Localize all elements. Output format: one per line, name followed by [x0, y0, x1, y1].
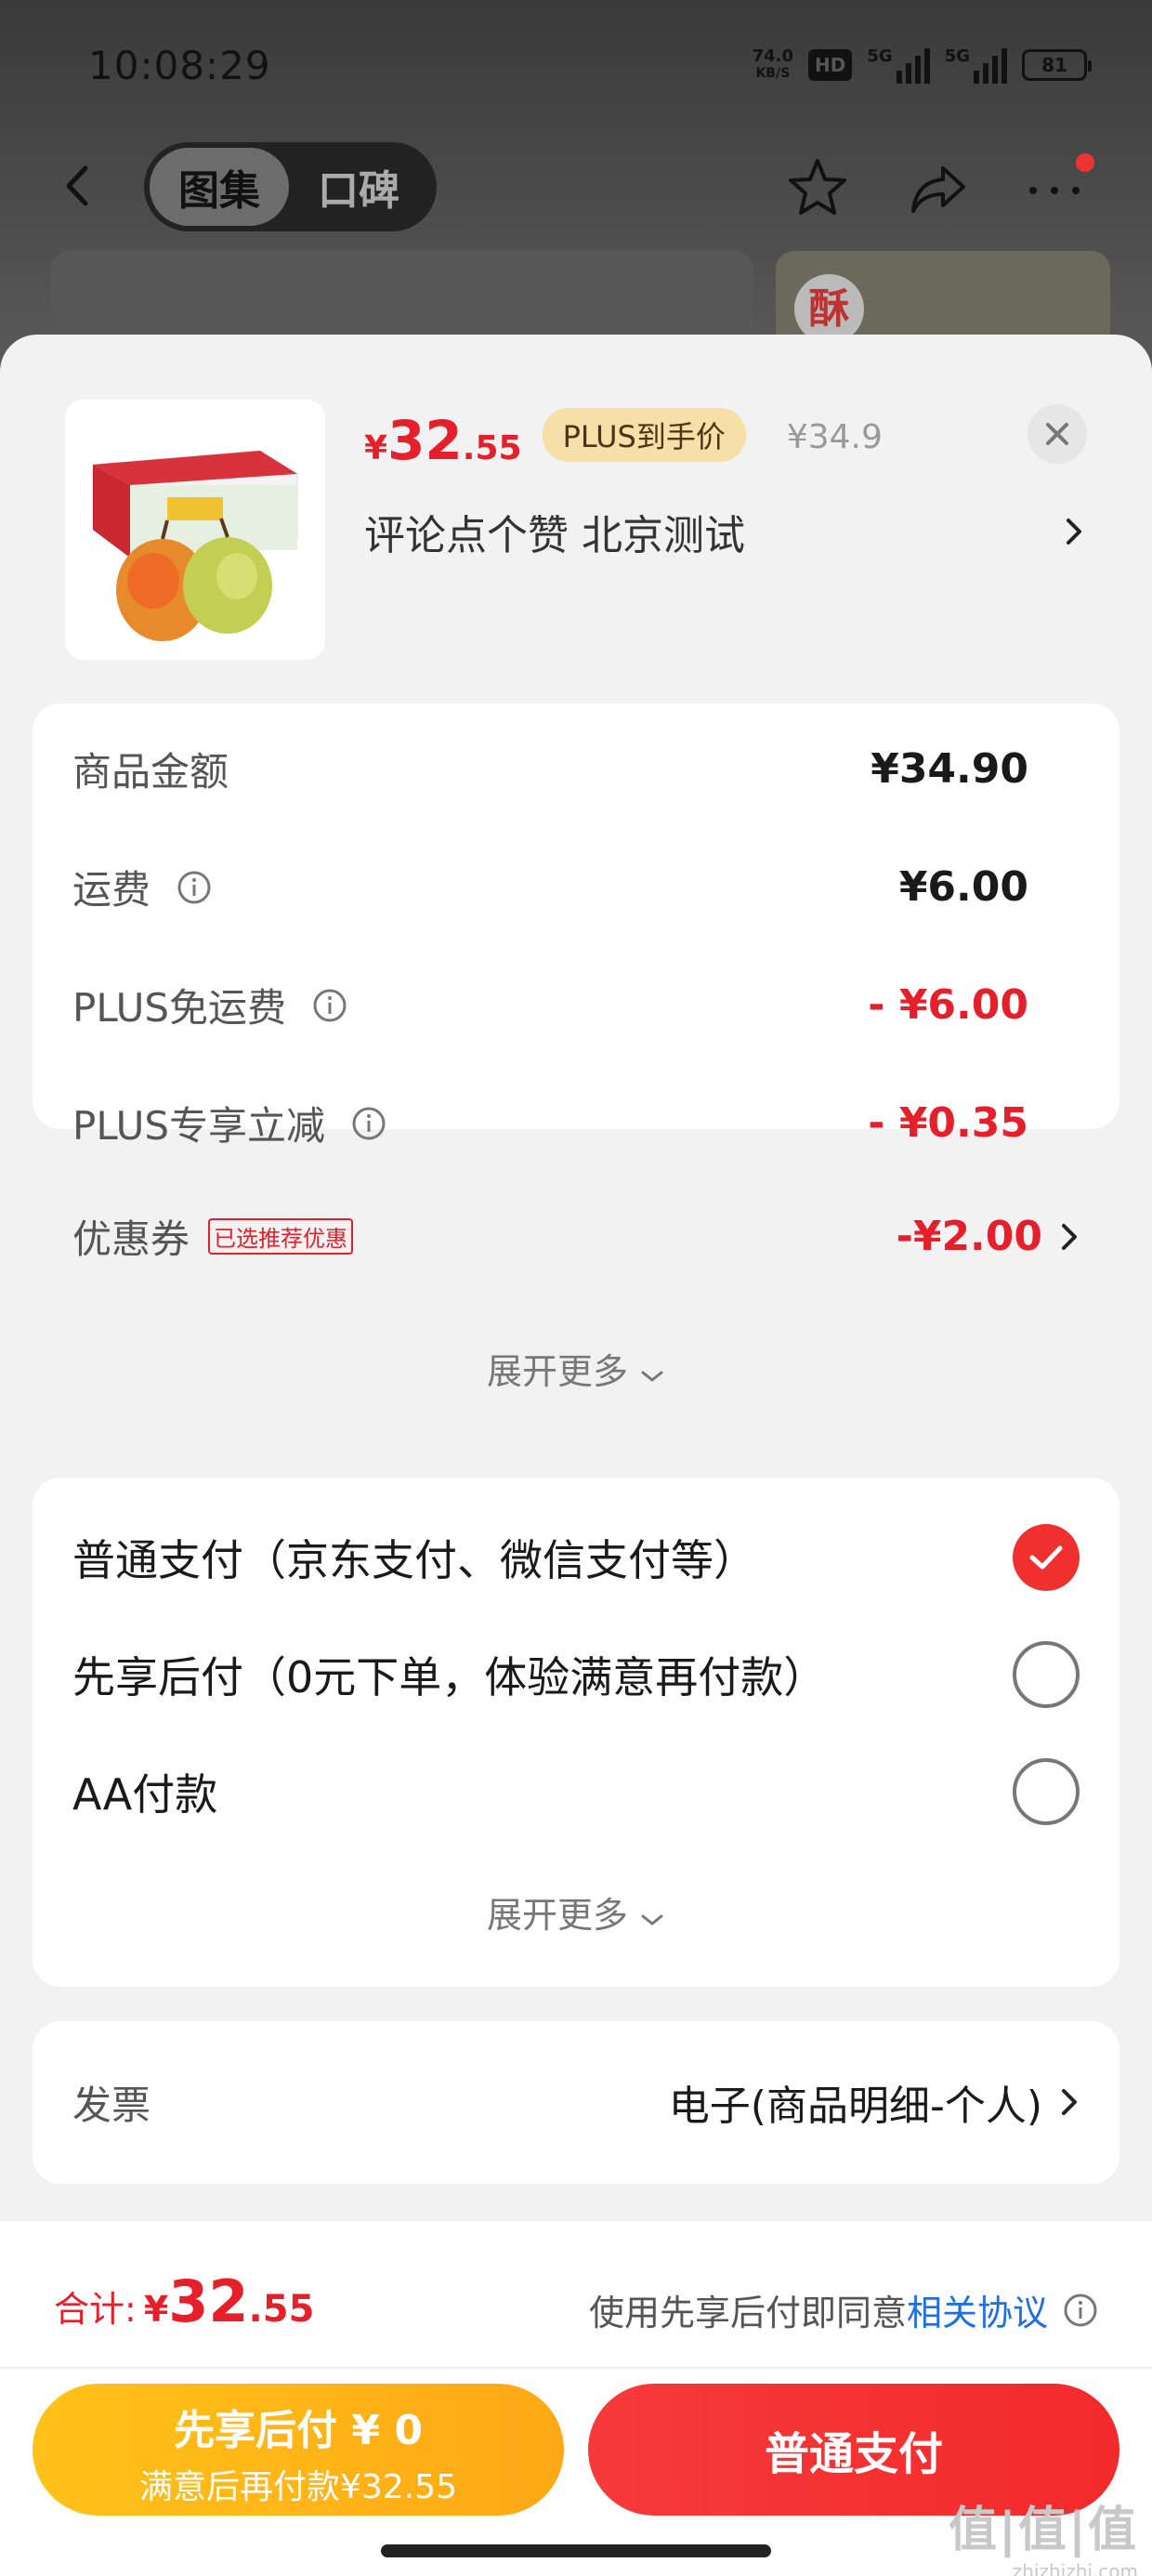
gallery-tab-switch: 图集 口碑 [144, 142, 437, 231]
home-indicator[interactable] [381, 2544, 771, 2557]
price-integer: 32 [387, 409, 463, 472]
expand-more-payment[interactable]: 展开更多 [33, 1886, 1119, 1938]
amount-row-coupon[interactable]: 优惠券 已选推荐优惠 -¥2.00 [72, 1208, 1080, 1265]
hd-icon: HD [808, 49, 853, 81]
share-icon[interactable] [906, 155, 971, 220]
price-row: ¥ 32 .55 PLUS到手价 ¥34.9 [364, 408, 883, 472]
payment-option-pay-later[interactable]: 先享后付（0元下单，体验满意再付款） [72, 1641, 1080, 1708]
invoice-value: 电子(商品明细-个人) [668, 2083, 1042, 2130]
row-label: 优惠券 [72, 1216, 190, 1262]
payment-option-label: AA付款 [72, 1769, 218, 1820]
divider [0, 2367, 1152, 2369]
signal-icon-2: 5G [945, 46, 1007, 84]
original-price: ¥34.9 [786, 417, 883, 456]
background-page: 10:08:29 74.0 KB/S HD 5G 5G 81 图集 口碑 酥 [0, 0, 1152, 381]
radio-checked[interactable] [1013, 1524, 1080, 1591]
close-icon [1046, 423, 1068, 445]
sku-selector[interactable]: 评论点个赞 北京测试 [364, 502, 1084, 561]
status-indicators: 74.0 KB/S HD 5G 5G 81 [752, 46, 1092, 84]
amount-card-overlay [33, 703, 1119, 1129]
check-icon [1029, 1545, 1063, 1570]
expand-more-amounts[interactable]: 展开更多 [0, 1343, 1152, 1394]
agreement-row: 使用先享后付即同意 相关协议 [589, 2284, 1098, 2335]
total-price: 合计: ¥ 32 .55 [54, 2267, 315, 2335]
invoice-label: 发票 [72, 2082, 151, 2128]
payment-option-normal[interactable]: 普通支付（京东支付、微信支付等） [72, 1524, 1080, 1591]
payment-option-label: 普通支付（京东支付、微信支付等） [72, 1535, 756, 1585]
network-speed: 74.0 KB/S [752, 46, 794, 82]
watermark: 值|值|值 zhizhizhi.com [949, 2503, 1138, 2576]
payment-option-label: 先享后付（0元下单，体验满意再付款） [72, 1652, 827, 1702]
star-icon[interactable] [785, 155, 850, 220]
tab-reviews[interactable]: 口碑 [289, 148, 428, 226]
payment-option-aa[interactable]: AA付款 [72, 1758, 1080, 1825]
radio-unchecked[interactable] [1013, 1758, 1080, 1825]
back-arrow-icon[interactable] [56, 163, 102, 209]
top-nav: 图集 口碑 [0, 135, 1152, 237]
chevron-right-icon [1062, 2089, 1077, 2115]
invoice-row: 发票 电子(商品明细-个人) [72, 2072, 1080, 2132]
chevron-right-icon [1067, 519, 1081, 545]
radio-unchecked[interactable] [1013, 1641, 1080, 1708]
battery-icon: 81 [1022, 49, 1092, 81]
product-image [65, 400, 325, 660]
info-icon[interactable] [1063, 2293, 1098, 2328]
row-value: -¥2.00 [896, 1213, 1042, 1260]
tab-gallery[interactable]: 图集 [150, 148, 289, 226]
payment-method-card: 普通支付（京东支付、微信支付等） 先享后付（0元下单，体验满意再付款） AA付款… [33, 1478, 1119, 1987]
chevron-down-icon [641, 1371, 663, 1382]
close-button[interactable] [1028, 404, 1087, 464]
sku-text: 评论点个赞 北京测试 [364, 512, 745, 559]
product-header: ¥ 32 .55 PLUS到手价 ¥34.9 评论点个赞 北京测试 [0, 335, 1152, 688]
pay-later-button[interactable]: 先享后付 ¥ 0 满意后再付款¥32.55 [33, 2384, 564, 2516]
chevron-down-icon [641, 1914, 663, 1925]
coupon-recommended-tag: 已选推荐优惠 [208, 1218, 354, 1255]
invoice-card[interactable]: 发票 电子(商品明细-个人) [33, 2021, 1119, 2184]
status-time: 10:08:29 [88, 43, 271, 88]
pear-box-image [65, 400, 325, 660]
chevron-right-icon [1062, 1223, 1077, 1250]
checkout-footer: 合计: ¥ 32 .55 使用先享后付即同意 相关协议 先享后付 ¥ 0 满意后… [0, 2221, 1152, 2576]
price-currency: ¥ [364, 429, 388, 467]
notification-dot [1076, 153, 1094, 172]
plus-price-badge: PLUS到手价 [542, 408, 746, 462]
crisp-tag: 酥 [794, 274, 864, 344]
status-bar: 10:08:29 74.0 KB/S HD 5G 5G 81 [0, 0, 1152, 139]
signal-icon: 5G [867, 46, 930, 84]
price-decimal: .55 [462, 429, 522, 467]
agreement-link[interactable]: 相关协议 [907, 2284, 1048, 2335]
